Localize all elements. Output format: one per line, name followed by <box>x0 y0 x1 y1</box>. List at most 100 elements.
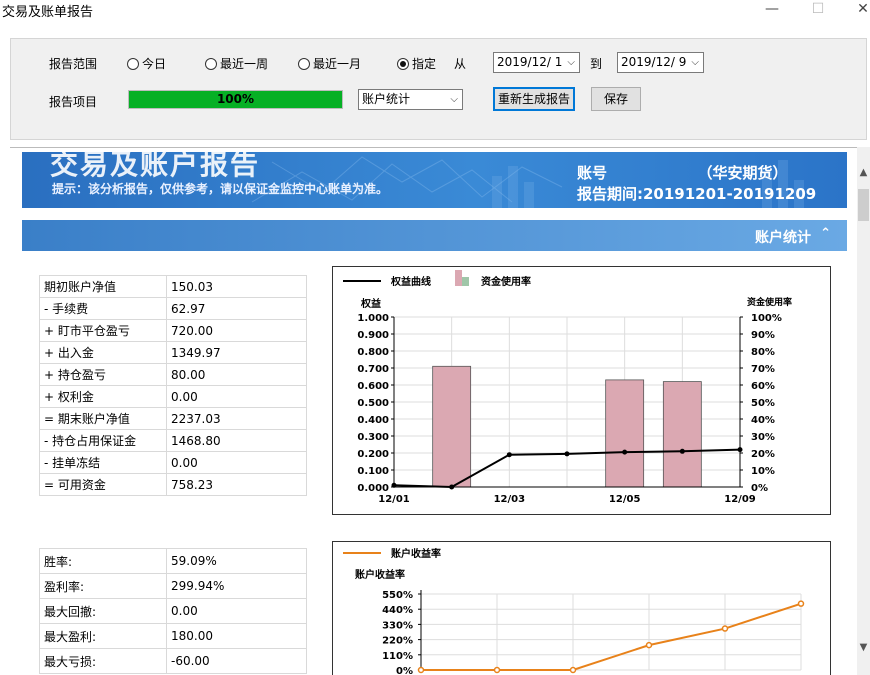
y-tick-label: 0.900 <box>357 330 389 341</box>
scroll-up-icon[interactable]: ▲ <box>857 167 870 178</box>
from-label: 从 <box>454 57 467 71</box>
equity-point <box>679 448 685 454</box>
close-icon[interactable]: ✕ <box>848 0 870 20</box>
usage-bar <box>432 365 472 488</box>
return-point <box>721 625 729 632</box>
x-tick-label: 12/09 <box>724 494 756 505</box>
from-date-picker[interactable]: 2019/12/ 1 ⌵ <box>493 52 580 73</box>
radio-circle-icon <box>205 57 217 70</box>
y2-tick-label: 20% <box>751 449 775 460</box>
y2-tick-label: 70% <box>751 364 775 375</box>
equity-usage-chart-svg: 权益曲线 资金使用率权益 资金使用率0.0000.1000.2000.3000.40… <box>343 270 792 505</box>
row-label: = 可用资金 <box>39 473 167 496</box>
row-label: 胜率: <box>39 548 167 574</box>
y2-tick-label: 80% <box>751 347 775 358</box>
table-row: 最大回撤: 0.00 <box>39 598 307 624</box>
row-value: 62.97 <box>166 297 307 320</box>
row-value: 1468.80 <box>166 429 307 452</box>
table-row: + 持仓盈亏 80.00 <box>39 363 307 386</box>
y-tick-label: 220% <box>382 636 413 647</box>
table-row: 最大亏损: -60.00 <box>39 648 307 674</box>
scroll-down-icon[interactable]: ▼ <box>857 642 870 653</box>
row-value: 299.94% <box>166 573 307 599</box>
report-scrollbar[interactable]: ▲ ▼ <box>857 147 870 675</box>
section-title: 账户统计 <box>755 230 811 246</box>
row-label: 期初账户净值 <box>39 275 167 298</box>
equity-point <box>449 484 455 490</box>
report-type-select[interactable]: 账户统计 ⌵ <box>358 89 463 110</box>
table-row: - 手续费 62.97 <box>39 297 307 320</box>
legend-label: 权益曲线 <box>390 275 431 288</box>
range-label: 报告范围 <box>49 57 98 71</box>
y-tick-label: 0.400 <box>357 415 389 426</box>
y-tick-label: 0.500 <box>357 398 389 409</box>
row-label: 最大盈利: <box>39 623 167 649</box>
table-row: 盈利率: 299.94% <box>39 573 307 599</box>
chevron-down-icon: ⌵ <box>567 57 575 68</box>
x-tick-label: 12/05 <box>609 494 641 505</box>
return-line <box>421 602 802 671</box>
radio-checked-icon <box>397 57 409 70</box>
y2-tick-label: 90% <box>751 330 775 341</box>
window-titlebar: 交易及账单报告 — ☐ ✕ <box>0 0 870 22</box>
y-axis-title: 账户收益率 <box>355 568 405 581</box>
y-axis-title: 权益 <box>360 297 381 310</box>
table-row: + 盯市平仓盈亏 720.00 <box>39 319 307 342</box>
row-label: + 持仓盈亏 <box>39 363 167 386</box>
radio-last-week[interactable]: 最近一周 <box>205 55 268 72</box>
table-row: = 可用资金 758.23 <box>39 473 307 496</box>
row-value: -60.00 <box>166 648 307 674</box>
regenerate-report-button[interactable]: 重新生成报告 <box>493 87 575 111</box>
row-value: 758.23 <box>166 473 307 496</box>
account-info: 账号 （华安期货） <box>577 164 788 182</box>
return-rate-chart: 账户收益率 账户收益率 0% 110% 220% 330% 440% 550% <box>332 541 831 675</box>
chevron-up-icon[interactable]: ⌃ <box>820 226 831 241</box>
radio-today[interactable]: 今日 <box>127 55 166 72</box>
y-tick-label: 0.600 <box>357 381 389 392</box>
equity-point <box>622 449 628 455</box>
x-tick-label: 12/03 <box>494 494 526 505</box>
section-header-account-stats[interactable]: 账户统计 ⌃ <box>22 220 847 251</box>
x-tick-label: 12/01 <box>378 494 410 505</box>
table-row: - 挂单冻结 0.00 <box>39 451 307 474</box>
y2-tick-label: 50% <box>751 398 775 409</box>
performance-stats-table: 胜率: 59.09% 盈利率: 299.94% 最大回撤: 0.00 最大盈利: 180.00… <box>39 548 307 674</box>
legend-bar-swatch <box>455 270 462 286</box>
row-label: = 期末账户净值 <box>39 407 167 430</box>
row-value: 0.00 <box>166 385 307 408</box>
row-label: + 盯市平仓盈亏 <box>39 319 167 342</box>
row-value: 0.00 <box>166 598 307 624</box>
row-label: - 挂单冻结 <box>39 451 167 474</box>
table-row: 胜率: 59.09% <box>39 548 307 574</box>
y-tick-label: 0.700 <box>357 364 389 375</box>
radio-circle-icon <box>127 57 139 70</box>
radio-last-month[interactable]: 最近一月 <box>298 55 361 72</box>
usage-bar <box>662 381 702 488</box>
row-label: - 手续费 <box>39 297 167 320</box>
y-tick-label: 0.300 <box>357 432 389 443</box>
y-tick-label: 0% <box>396 666 413 675</box>
scrollbar-thumb[interactable] <box>858 189 869 221</box>
y-tick-label: 330% <box>382 620 413 631</box>
equity-point <box>391 482 397 488</box>
maximize-icon[interactable]: ☐ <box>803 0 833 20</box>
table-row: - 持仓占用保证金 1468.80 <box>39 429 307 452</box>
minimize-icon[interactable]: — <box>757 0 787 20</box>
radio-custom[interactable]: 指定 <box>397 55 436 72</box>
to-date-picker[interactable]: 2019/12/ 9 ⌵ <box>617 52 704 73</box>
report-view: 交易及账户报告 提示：该分析报告，仅供参考，请以保证金监控中心账单为准。 账号 … <box>10 147 857 675</box>
return-rate-chart-svg: 账户收益率账户收益率0%110%220%330%440%550% <box>343 547 805 675</box>
y2-tick-label: 60% <box>751 381 775 392</box>
y2-axis-title: 资金使用率 <box>747 296 792 308</box>
window-title: 交易及账单报告 <box>2 5 94 20</box>
y-tick-label: 0.200 <box>357 449 389 460</box>
report-options-panel: 报告范围 今日 最近一周 最近一月 指定 从 2019/12/ 1 ⌵ 到 20… <box>10 38 867 140</box>
row-value: 2237.03 <box>166 407 307 430</box>
save-button[interactable]: 保存 <box>591 87 641 111</box>
return-point <box>417 666 425 674</box>
chevron-down-icon: ⌵ <box>691 57 699 68</box>
row-label: - 持仓占用保证金 <box>39 429 167 452</box>
y-tick-label: 1.000 <box>357 313 389 324</box>
row-label: + 出入金 <box>39 341 167 364</box>
y-tick-label: 0.100 <box>357 466 389 477</box>
